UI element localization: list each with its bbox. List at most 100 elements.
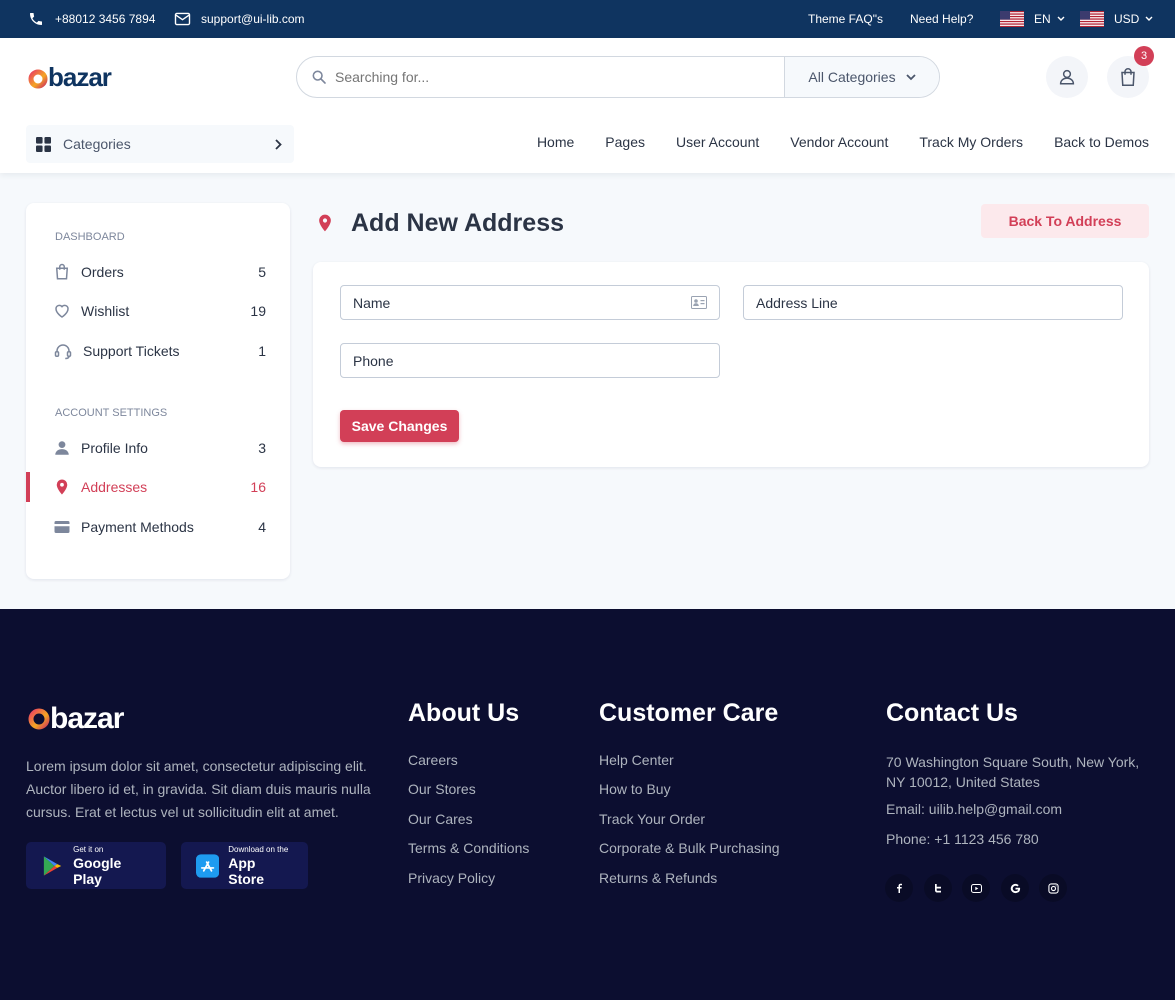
category-select[interactable]: All Categories [784,57,939,97]
category-select-label[interactable]: All Categories [808,69,895,85]
chevron-right-icon [275,138,282,150]
currency-selector[interactable]: USD [1080,0,1153,38]
sidebar-item-orders[interactable]: Orders 5 [26,257,290,287]
footer-link-careers[interactable]: Careers [408,752,458,768]
footer-description: Lorem ipsum dolor sit amet, consectetur … [26,758,371,820]
sidebar-item-count: 3 [258,440,266,456]
address-line-input[interactable] [756,294,1110,311]
sidebar-item-count: 5 [258,264,266,280]
us-flag-icon [1080,11,1104,27]
search-input[interactable] [335,57,784,97]
us-flag-icon [1000,11,1024,27]
footer-link-returns[interactable]: Returns & Refunds [599,870,717,886]
instagram-link[interactable] [1039,874,1067,902]
faq-link-label[interactable]: Theme FAQ"s [808,12,883,26]
location-pin-icon [319,214,331,232]
name-field[interactable] [340,285,720,320]
nav-home[interactable]: Home [537,134,574,150]
chevron-down-icon [1145,16,1153,21]
phone-contact: +88012 3456 7894 [28,0,155,38]
youtube-link[interactable] [962,874,990,902]
bazar-logo[interactable]: bazar [26,697,146,735]
twitter-link[interactable] [924,874,952,902]
person-icon [55,441,69,455]
currency-label[interactable]: USD [1114,12,1139,26]
instagram-icon [1047,882,1059,894]
sidebar-item-label: Wishlist [81,303,130,319]
phone-field[interactable] [340,343,720,378]
google-play-button[interactable]: Get it on Google Play [26,842,166,889]
footer-link-privacy[interactable]: Privacy Policy [408,870,495,886]
page-title: Add New Address [315,205,564,241]
footer-link-corporate[interactable]: Corporate & Bulk Purchasing [599,840,780,856]
sidebar-item-support-tickets[interactable]: Support Tickets 1 [26,336,290,366]
faq-link[interactable]: Theme FAQ"s [808,0,883,38]
cart-button[interactable]: 3 [1107,46,1154,98]
categories-label[interactable]: Categories [63,136,131,152]
nav-vendor-account[interactable]: Vendor Account [790,134,888,150]
heart-icon [55,304,69,318]
help-link-label[interactable]: Need Help? [910,12,973,26]
name-input[interactable] [353,294,691,311]
facebook-link[interactable] [885,874,913,902]
sidebar-item-count: 4 [258,519,266,535]
sidebar-item-payment-methods[interactable]: Payment Methods 4 [26,512,290,542]
footer-logo[interactable]: bazar [26,697,146,742]
footer-link-help-center[interactable]: Help Center [599,752,674,768]
chevron-down-icon [905,73,916,80]
address-line-field[interactable] [743,285,1123,320]
sidebar-item-addresses[interactable]: Addresses 16 [26,472,290,502]
language-selector[interactable]: EN [1000,0,1065,38]
nav-user-account[interactable]: User Account [676,134,759,150]
bag-icon [55,263,69,280]
header: bazar All Categories 3 Categories Home P… [0,38,1175,173]
app-store-button[interactable]: Download on the App Store [181,842,308,889]
sidebar-item-profile-info[interactable]: Profile Info 3 [26,433,290,463]
sidebar-item-label: Addresses [81,479,148,495]
email-contact: support@ui-lib.com [174,0,305,38]
logo[interactable]: bazar [26,57,122,100]
twitter-icon [935,884,941,893]
bazar-logo[interactable]: bazar [26,57,122,92]
sidebar-item-count: 16 [250,479,266,495]
help-link[interactable]: Need Help? [910,0,973,38]
account-button[interactable] [1046,56,1088,98]
back-to-address-button[interactable]: Back To Address [981,204,1149,238]
google-play-small: Get it on [73,844,104,854]
grid-icon [36,136,51,152]
sidebar-item-label: Payment Methods [81,519,194,535]
footer-link-our-stores[interactable]: Our Stores [408,781,476,797]
credit-card-icon [54,521,70,533]
sidebar-item-count: 1 [258,343,266,359]
footer-link-terms[interactable]: Terms & Conditions [408,840,529,856]
contact-phone: Phone: +1 1123 456 780 [886,831,1039,847]
categories-button[interactable]: Categories [26,125,294,163]
main-nav: Home Pages User Account Vendor Account T… [537,134,1149,150]
footer-link-how-to-buy[interactable]: How to Buy [599,781,671,797]
nav-track-orders[interactable]: Track My Orders [919,134,1023,150]
logo-text[interactable]: bazar [48,62,113,92]
google-play-big: Google Play [73,854,122,887]
nav-pages[interactable]: Pages [605,134,645,150]
sidebar-item-label: Support Tickets [83,343,180,359]
save-changes-button[interactable]: Save Changes [340,410,459,442]
cart-count-badge: 3 [1134,46,1154,66]
sidebar-item-wishlist[interactable]: Wishlist 19 [26,296,290,326]
nav-back-to-demos[interactable]: Back to Demos [1054,134,1149,150]
sidebar-section-account-settings: ACCOUNT SETTINGS [55,407,168,419]
google-link[interactable] [1001,874,1029,902]
customer-care-title: Customer Care [599,699,779,727]
search-icon [312,70,326,84]
footer-link-track-order[interactable]: Track Your Order [599,811,705,827]
headset-icon [54,344,72,360]
language-label[interactable]: EN [1034,12,1051,26]
contact-email: Email: uilib.help@gmail.com [886,801,1063,817]
footer-logo-text[interactable]: bazar [50,702,126,735]
dashboard-sidebar: DASHBOARD Orders 5 Wishlist 19 Support T… [26,203,290,579]
top-bar: +88012 3456 7894 support@ui-lib.com Them… [0,0,1175,38]
phone-input[interactable] [353,352,707,369]
chevron-down-icon [1057,16,1065,21]
phone-icon [30,13,42,25]
footer-link-our-cares[interactable]: Our Cares [408,811,473,827]
footer: bazar Lorem ipsum dolor sit amet, consec… [0,609,1175,1000]
